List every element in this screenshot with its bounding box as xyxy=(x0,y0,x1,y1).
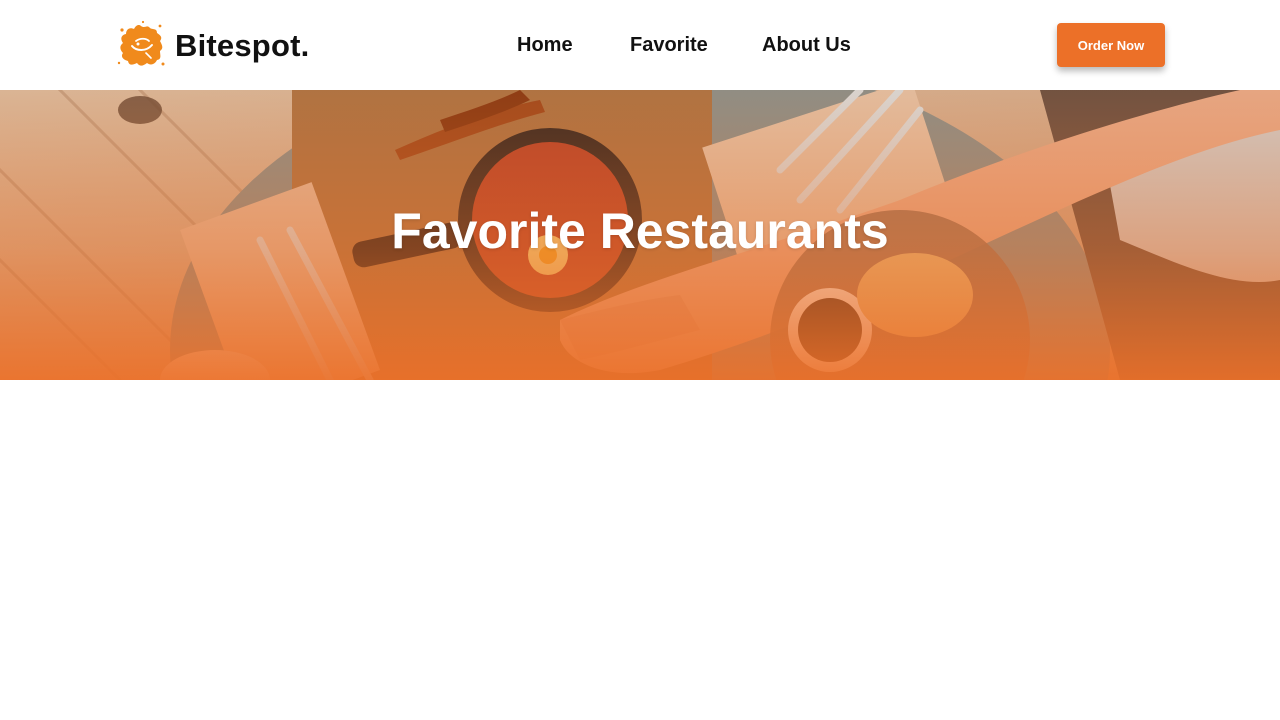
nav-link-favorite[interactable]: Favorite xyxy=(630,34,708,56)
navbar: Bitespot. Home Favorite About Us Order N… xyxy=(0,0,1280,90)
order-now-button[interactable]: Order Now xyxy=(1057,23,1165,67)
page-title: Favorite Restaurants xyxy=(391,203,889,259)
brand-home-link[interactable]: Bitespot. xyxy=(116,18,309,72)
page-content-area xyxy=(0,380,1280,720)
hero-banner: Favorite Restaurants xyxy=(0,90,1280,380)
nav-link-home[interactable]: Home xyxy=(517,34,573,56)
brand-name: Bitespot. xyxy=(175,27,310,63)
paint-splash-logo-icon xyxy=(117,20,165,66)
nav-link-about-us[interactable]: About Us xyxy=(762,34,851,56)
